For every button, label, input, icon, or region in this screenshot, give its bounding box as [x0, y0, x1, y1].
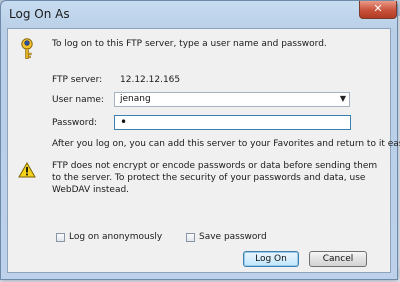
cancel-button[interactable]: Cancel — [309, 251, 367, 267]
close-icon: ✕ — [373, 2, 383, 15]
dialog-title: Log On As — [9, 7, 70, 21]
warning-icon — [18, 162, 36, 178]
password-value: • — [120, 115, 128, 129]
password-field[interactable]: • — [114, 115, 351, 130]
key-icon — [21, 38, 33, 59]
title-bar[interactable]: Log On As ✕ — [1, 1, 397, 29]
log-on-button[interactable]: Log On — [243, 251, 299, 267]
save-password-label[interactable]: Save password — [199, 232, 267, 242]
password-label: Password: — [52, 118, 98, 128]
user-name-value: jenang — [120, 94, 151, 104]
intro-text: To log on to this FTP server, type a use… — [52, 39, 327, 49]
user-name-combobox[interactable]: jenang ▼ — [114, 92, 350, 107]
close-button[interactable]: ✕ — [359, 1, 397, 19]
log-on-as-dialog: Log On As ✕ To log on to this FTP server… — [0, 0, 400, 280]
chevron-down-icon[interactable]: ▼ — [340, 94, 346, 103]
warning-text: FTP does not encrypt or encode passwords… — [52, 161, 378, 195]
user-name-label: User name: — [52, 95, 104, 105]
ftp-server-value: 12.12.12.165 — [120, 75, 181, 85]
dialog-content: To log on to this FTP server, type a use… — [7, 28, 400, 273]
log-on-anonymously-label[interactable]: Log on anonymously — [69, 232, 162, 242]
favorites-note: After you log on, you can add this serve… — [52, 139, 400, 149]
log-on-anonymously-checkbox[interactable] — [56, 233, 65, 242]
ftp-server-label: FTP server: — [52, 75, 103, 85]
save-password-checkbox[interactable] — [186, 233, 195, 242]
